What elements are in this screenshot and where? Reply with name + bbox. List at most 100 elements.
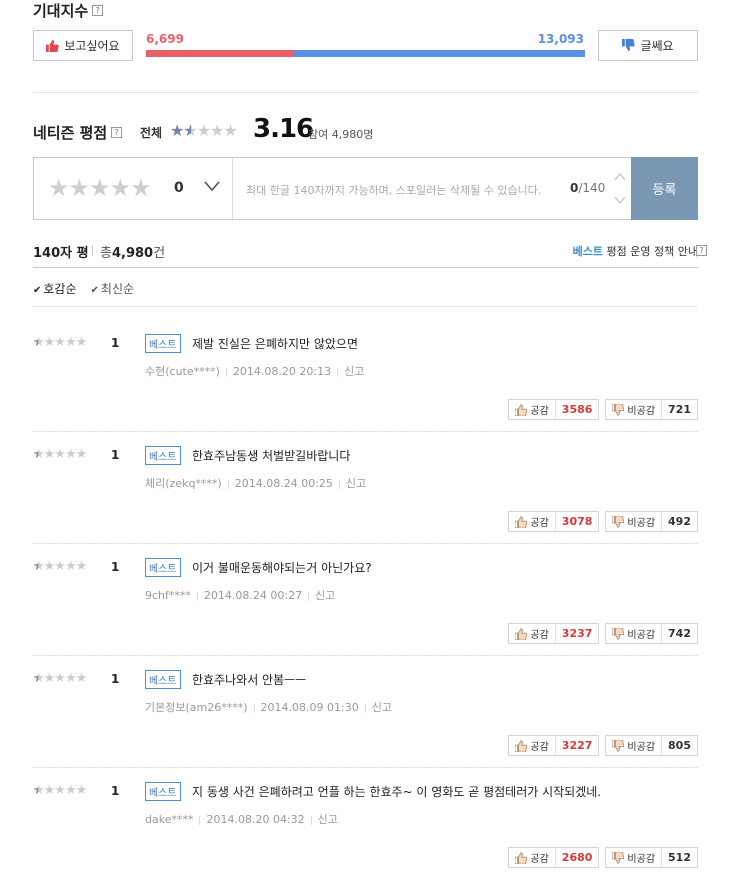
thumbs-up-icon: [515, 627, 528, 640]
submit-button[interactable]: 등록: [631, 157, 698, 220]
star-icon: ★★★★: [43, 671, 88, 686]
dislike-count: 721: [668, 403, 691, 416]
review-user[interactable]: 기본정보(am26****): [145, 701, 248, 714]
half-star-icon: ★★: [33, 783, 45, 798]
review-input-box: ★★★★★ 0 최대 한글 140자까지 가능하며, 스포일러는 삭제될 수 있…: [33, 157, 698, 220]
dislike-label: 비공감: [627, 854, 656, 865]
like-button[interactable]: 공감 2680: [508, 847, 600, 868]
thumbs-up-icon: [515, 515, 528, 528]
want-to-see-button[interactable]: 보고싶어요: [33, 30, 133, 61]
review-score: 1: [111, 672, 120, 686]
vote-buttons: 공감 3237 비공감 742: [508, 623, 698, 644]
review-text: 제발 진실은 은폐하지만 않았으면: [192, 337, 359, 351]
input-score: 0: [174, 180, 184, 196]
report-link[interactable]: 신고: [344, 365, 364, 378]
want-to-see-label: 보고싶어요: [64, 39, 120, 53]
help-icon[interactable]: ?: [111, 127, 123, 138]
sort-by-likes[interactable]: ✔ 호감순: [33, 280, 77, 297]
sort-by-latest[interactable]: ✔ 최신순: [91, 280, 135, 297]
review-text: 이거 불매운동해야되는거 아닌가요?: [192, 561, 372, 575]
like-button[interactable]: 공감 3078: [508, 511, 600, 532]
best-badge: 베스트: [145, 558, 181, 577]
report-link[interactable]: 신고: [315, 589, 335, 602]
thumbs-down-icon: [612, 403, 625, 416]
review-item: ★★★★★★ 1 베스트 지 동생 사건 은폐하려고 언플 하는 한효주~ 이 영화도…: [33, 782, 698, 876]
netizen-rating-label: 네티즌 평점: [33, 124, 108, 142]
dislike-button[interactable]: 비공감 512: [605, 847, 698, 868]
policy-link[interactable]: 베스트 평점 운영 정책 안내: [573, 243, 698, 259]
like-count: 3078: [561, 515, 593, 528]
report-link[interactable]: 신고: [318, 813, 338, 826]
review-meta: 9chf**** 2014.08.24 00:27 신고: [145, 587, 335, 603]
dislike-count: 742: [668, 627, 691, 640]
best-badge: 베스트: [145, 670, 181, 689]
review-user[interactable]: 9chf****: [145, 589, 191, 602]
report-link[interactable]: 신고: [346, 477, 366, 490]
review-meta: 기본정보(am26****) 2014.08.09 01:30 신고: [145, 699, 392, 715]
input-separator: [232, 158, 233, 219]
review-user[interactable]: 체리(zekq****): [145, 477, 222, 490]
review-text: 한효주남동생 처벌받길바랍니다: [192, 449, 351, 463]
best-badge: 베스트: [145, 446, 181, 465]
review-date: 2014.08.24 00:27: [203, 589, 303, 602]
dislike-label: 비공감: [627, 406, 656, 417]
review-divider: [33, 543, 698, 544]
review-stars: ★★★★★★: [33, 447, 88, 462]
section-divider: [33, 267, 698, 268]
section-divider: [33, 306, 698, 307]
review-item: ★★★★★★ 1 베스트 이거 불매운동해야되는거 아닌가요? 9chf**** 2014…: [33, 558, 698, 671]
dislike-label: 비공감: [627, 630, 656, 641]
half-star-icon: ★★: [33, 447, 45, 462]
expect-title-label: 기대지수: [33, 2, 89, 20]
thumbs-down-icon: [612, 515, 625, 528]
like-button[interactable]: 공감 3227: [508, 735, 600, 756]
help-icon[interactable]: ?: [92, 5, 104, 16]
expect-title: 기대지수 ?: [33, 0, 104, 21]
half-star-icon: ★★: [33, 559, 45, 574]
star-icon: ★★★★: [43, 447, 88, 462]
expect-ratio-bar: [146, 50, 585, 57]
half-star-icon: ★★: [183, 121, 197, 140]
meh-count: 13,093: [537, 32, 584, 46]
summary-separator: [92, 245, 93, 256]
dislike-button[interactable]: 비공감 492: [605, 511, 698, 532]
review-date: 2014.08.20 04:32: [206, 813, 305, 826]
like-button[interactable]: 공감 3586: [508, 399, 600, 420]
dislike-label: 비공감: [627, 742, 656, 753]
review-score: 1: [111, 560, 120, 574]
review-user[interactable]: 수현(cute****): [145, 365, 220, 378]
like-count: 2680: [561, 851, 593, 864]
netizen-rating-title: 네티즌 평점 ?: [33, 122, 123, 143]
scroll-down-icon[interactable]: [614, 195, 626, 205]
report-link[interactable]: 신고: [372, 701, 392, 714]
want-count: 6,699: [146, 32, 184, 46]
thumbs-down-icon: [612, 739, 625, 752]
scroll-up-icon[interactable]: [614, 172, 626, 182]
check-icon: ✔: [33, 285, 42, 296]
dislike-count: 805: [668, 739, 691, 752]
thumbs-up-icon: [515, 403, 528, 416]
review-stars: ★★★★★★: [33, 335, 87, 350]
review-stars: ★★★★★★: [33, 783, 87, 798]
dislike-button[interactable]: 비공감 721: [605, 399, 698, 420]
review-score: 1: [111, 784, 120, 798]
help-icon[interactable]: ?: [696, 245, 707, 256]
chevron-down-icon[interactable]: [204, 178, 220, 194]
vote-buttons: 공감 3227 비공감 805: [508, 735, 698, 756]
meh-button[interactable]: 글쎄요: [598, 30, 698, 61]
dislike-button[interactable]: 비공감 805: [605, 735, 698, 756]
thumbs-up-icon: [46, 39, 60, 52]
like-button[interactable]: 공감 3237: [508, 623, 600, 644]
review-meta: dake**** 2014.08.20 04:32 신고: [145, 811, 338, 827]
like-count: 3227: [561, 739, 593, 752]
review-date: 2014.08.20 20:13: [232, 365, 332, 378]
review-date: 2014.08.24 00:25: [234, 477, 333, 490]
star-rating-input[interactable]: ★★★★★: [48, 174, 152, 202]
review-textarea[interactable]: 최대 한글 140자까지 가능하며, 스포일러는 삭제될 수 있습니다.: [246, 182, 541, 198]
review-user[interactable]: dake****: [145, 813, 193, 826]
rating-score: 3.16: [253, 114, 314, 144]
best-badge: 베스트: [145, 334, 181, 353]
dislike-label: 비공감: [627, 518, 656, 529]
review-divider: [33, 431, 698, 432]
dislike-button[interactable]: 비공감 742: [605, 623, 698, 644]
